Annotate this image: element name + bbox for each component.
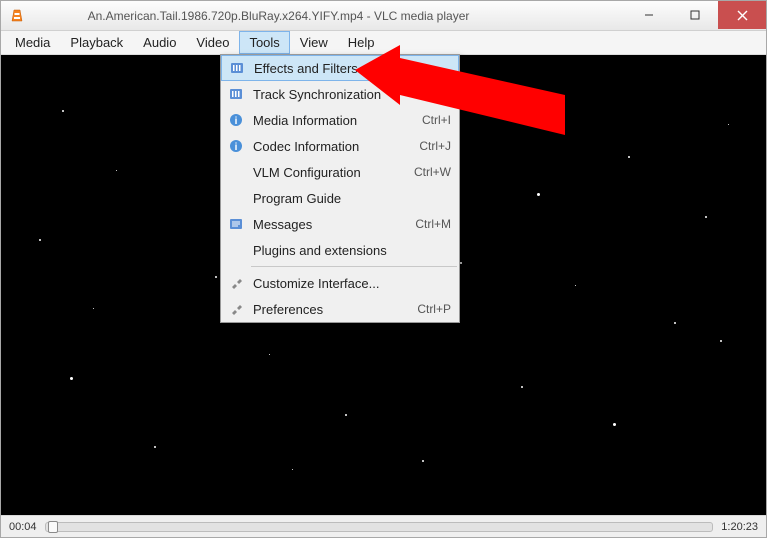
menu-item-label: Preferences xyxy=(247,302,407,317)
svg-text:i: i xyxy=(235,142,238,153)
menu-codec-info[interactable]: i Codec Information Ctrl+J xyxy=(221,133,459,159)
seek-thumb[interactable] xyxy=(48,521,58,533)
total-time: 1:20:23 xyxy=(721,521,758,533)
titlebar: An.American.Tail.1986.720p.BluRay.x264.Y… xyxy=(1,1,766,31)
menu-item-shortcut: Ctrl+P xyxy=(407,302,451,316)
menu-plugins[interactable]: Plugins and extensions xyxy=(221,237,459,263)
window-title: An.American.Tail.1986.720p.BluRay.x264.Y… xyxy=(31,9,626,23)
menu-customize-interface[interactable]: Customize Interface... xyxy=(221,270,459,296)
info-icon: i xyxy=(225,113,247,127)
maximize-button[interactable] xyxy=(672,1,718,29)
menu-tools[interactable]: Tools xyxy=(239,31,289,54)
info-icon: i xyxy=(225,139,247,153)
vlc-icon xyxy=(9,8,25,24)
menu-item-label: Codec Information xyxy=(247,139,409,154)
seek-track[interactable] xyxy=(45,522,714,532)
menu-item-label: Messages xyxy=(247,217,405,232)
tools-icon xyxy=(225,302,247,316)
menu-media[interactable]: Media xyxy=(5,31,60,54)
menu-separator xyxy=(251,266,457,267)
menu-track-sync[interactable]: Track Synchronization xyxy=(221,81,459,107)
menu-audio[interactable]: Audio xyxy=(133,31,186,54)
menu-messages[interactable]: Messages Ctrl+M xyxy=(221,211,459,237)
menu-item-shortcut: Ctrl+J xyxy=(409,139,451,153)
menu-item-shortcut: Ctrl+I xyxy=(412,113,451,127)
menu-media-info[interactable]: i Media Information Ctrl+I xyxy=(221,107,459,133)
menu-item-label: Media Information xyxy=(247,113,412,128)
menu-item-label: Effects and Filters xyxy=(248,61,440,76)
equalizer-icon xyxy=(225,88,247,100)
menu-item-label: Program Guide xyxy=(247,191,441,206)
menu-preferences[interactable]: Preferences Ctrl+P xyxy=(221,296,459,322)
menu-program-guide[interactable]: Program Guide xyxy=(221,185,459,211)
tools-dropdown: Effects and Filters Track Synchronizatio… xyxy=(220,54,460,323)
messages-icon xyxy=(225,218,247,230)
menubar: Media Playback Audio Video Tools View He… xyxy=(1,31,766,55)
menu-view[interactable]: View xyxy=(290,31,338,54)
window-controls xyxy=(626,1,766,30)
menu-item-label: Track Synchronization xyxy=(247,87,441,102)
menu-video[interactable]: Video xyxy=(186,31,239,54)
menu-help[interactable]: Help xyxy=(338,31,385,54)
menu-effects-filters[interactable]: Effects and Filters xyxy=(221,55,459,81)
menu-vlm-config[interactable]: VLM Configuration Ctrl+W xyxy=(221,159,459,185)
seekbar: 00:04 1:20:23 xyxy=(1,515,766,537)
current-time: 00:04 xyxy=(9,521,37,533)
menu-item-label: VLM Configuration xyxy=(247,165,404,180)
menu-item-shortcut: Ctrl+W xyxy=(404,165,451,179)
menu-playback[interactable]: Playback xyxy=(60,31,133,54)
menu-item-label: Customize Interface... xyxy=(247,276,441,291)
svg-text:i: i xyxy=(235,116,238,127)
menu-item-shortcut: Ctrl+M xyxy=(405,217,451,231)
close-button[interactable] xyxy=(718,1,766,29)
equalizer-icon xyxy=(226,62,248,74)
menu-item-label: Plugins and extensions xyxy=(247,243,441,258)
tools-icon xyxy=(225,276,247,290)
minimize-button[interactable] xyxy=(626,1,672,29)
